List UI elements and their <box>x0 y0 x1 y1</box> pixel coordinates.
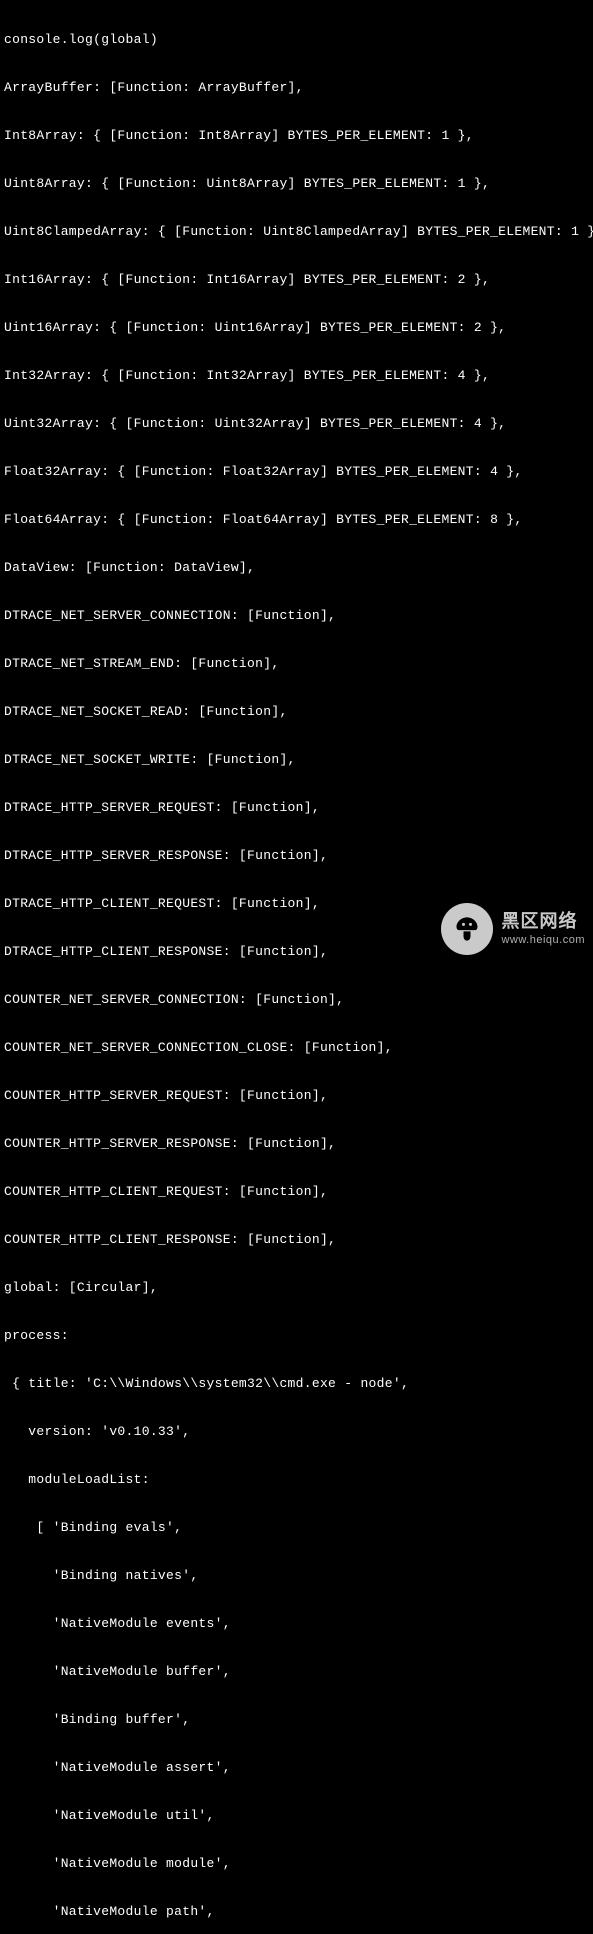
terminal-line: { title: 'C:\\Windows\\system32\\cmd.exe… <box>4 1376 589 1392</box>
terminal-line: COUNTER_HTTP_SERVER_REQUEST: [Function], <box>4 1088 589 1104</box>
terminal-line: 'NativeModule util', <box>4 1808 589 1824</box>
terminal-line: DTRACE_HTTP_SERVER_REQUEST: [Function], <box>4 800 589 816</box>
terminal-line: version: 'v0.10.33', <box>4 1424 589 1440</box>
terminal-line: DTRACE_NET_SERVER_CONNECTION: [Function]… <box>4 608 589 624</box>
terminal-line: Uint32Array: { [Function: Uint32Array] B… <box>4 416 589 432</box>
terminal-line: Int32Array: { [Function: Int32Array] BYT… <box>4 368 589 384</box>
terminal-line: 'NativeModule module', <box>4 1856 589 1872</box>
watermark-text: 黑区网络 www.heiqu.com <box>501 910 585 948</box>
terminal-line: 'NativeModule assert', <box>4 1760 589 1776</box>
terminal-line: DataView: [Function: DataView], <box>4 560 589 576</box>
watermark-url: www.heiqu.com <box>501 932 585 948</box>
terminal-line: 'NativeModule buffer', <box>4 1664 589 1680</box>
terminal-line: process: <box>4 1328 589 1344</box>
terminal-line: Float64Array: { [Function: Float64Array]… <box>4 512 589 528</box>
terminal-line: 'NativeModule events', <box>4 1616 589 1632</box>
terminal-line: DTRACE_NET_SOCKET_READ: [Function], <box>4 704 589 720</box>
watermark: 黑区网络 www.heiqu.com <box>441 903 585 955</box>
terminal-line: DTRACE_HTTP_SERVER_RESPONSE: [Function], <box>4 848 589 864</box>
mushroom-icon <box>441 903 493 955</box>
terminal-line: 'NativeModule path', <box>4 1904 589 1920</box>
terminal-line: COUNTER_HTTP_CLIENT_REQUEST: [Function], <box>4 1184 589 1200</box>
terminal-line: Int16Array: { [Function: Int16Array] BYT… <box>4 272 589 288</box>
terminal-line: DTRACE_NET_SOCKET_WRITE: [Function], <box>4 752 589 768</box>
terminal-line: global: [Circular], <box>4 1280 589 1296</box>
terminal-line: Int8Array: { [Function: Int8Array] BYTES… <box>4 128 589 144</box>
terminal-line: COUNTER_HTTP_CLIENT_RESPONSE: [Function]… <box>4 1232 589 1248</box>
terminal-line: Uint8ClampedArray: { [Function: Uint8Cla… <box>4 224 589 240</box>
terminal-output: console.log(global) ArrayBuffer: [Functi… <box>0 0 593 1934</box>
terminal-line: 'Binding buffer', <box>4 1712 589 1728</box>
terminal-line: moduleLoadList: <box>4 1472 589 1488</box>
terminal-line: 'Binding natives', <box>4 1568 589 1584</box>
terminal-line: Uint16Array: { [Function: Uint16Array] B… <box>4 320 589 336</box>
terminal-line: Float32Array: { [Function: Float32Array]… <box>4 464 589 480</box>
terminal-line: COUNTER_NET_SERVER_CONNECTION: [Function… <box>4 992 589 1008</box>
terminal-line: DTRACE_NET_STREAM_END: [Function], <box>4 656 589 672</box>
terminal-line: Uint8Array: { [Function: Uint8Array] BYT… <box>4 176 589 192</box>
terminal-line: console.log(global) <box>4 32 589 48</box>
terminal-line: COUNTER_NET_SERVER_CONNECTION_CLOSE: [Fu… <box>4 1040 589 1056</box>
terminal-line: COUNTER_HTTP_SERVER_RESPONSE: [Function]… <box>4 1136 589 1152</box>
watermark-title: 黑区网络 <box>501 910 585 932</box>
terminal-line: ArrayBuffer: [Function: ArrayBuffer], <box>4 80 589 96</box>
terminal-line: [ 'Binding evals', <box>4 1520 589 1536</box>
